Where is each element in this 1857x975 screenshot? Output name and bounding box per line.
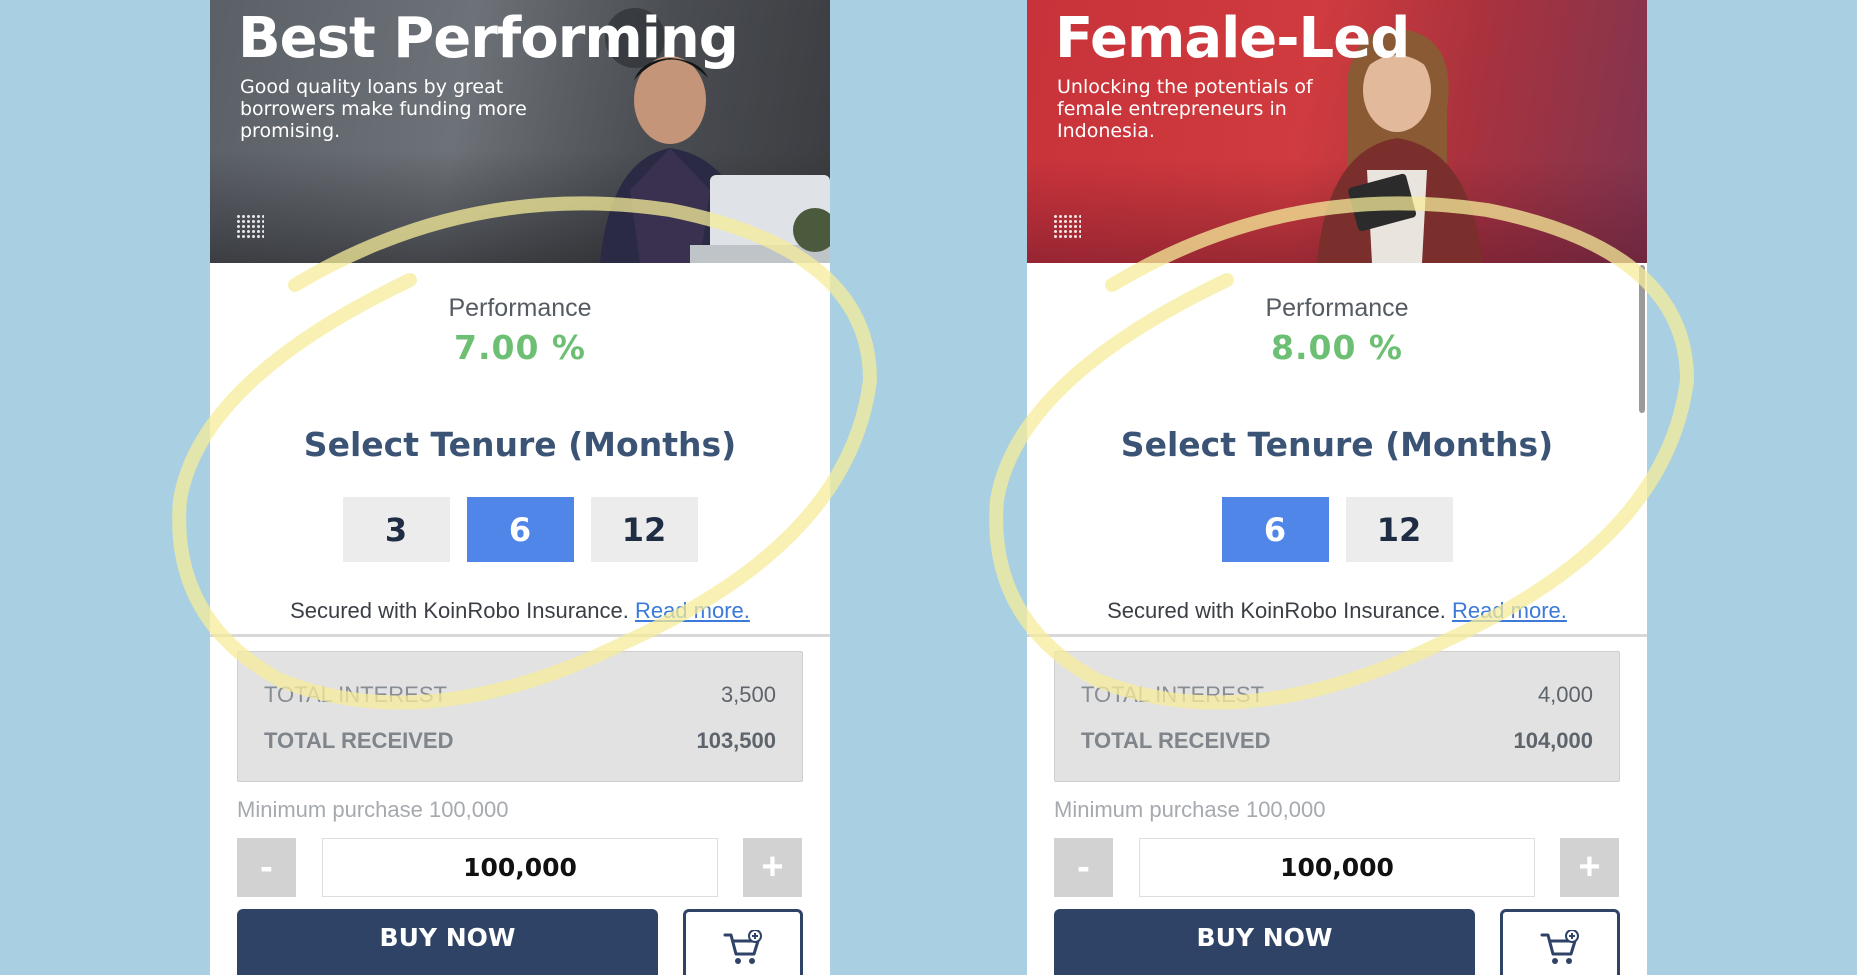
banner-description: Good quality loans by great borrowers ma… <box>240 76 527 142</box>
total-received-row: TOTAL RECEIVED 103,500 <box>264 728 776 754</box>
total-interest-label: TOTAL INTEREST <box>264 682 447 707</box>
total-received-label: TOTAL RECEIVED <box>264 728 454 753</box>
man-photo-illustration <box>600 56 830 263</box>
tenure-options: 6 12 <box>1027 497 1647 562</box>
product-card-female-led: Female-Led Unlocking the potentials of f… <box>1027 0 1647 975</box>
insurance-text: Secured with KoinRobo Insurance. <box>1107 598 1452 623</box>
total-interest-row: TOTAL INTEREST 3,500 <box>264 682 776 708</box>
decrease-button[interactable]: - <box>237 838 296 897</box>
read-more-link[interactable]: Read more. <box>635 598 750 623</box>
banner-description: Unlocking the potentials of female entre… <box>1057 76 1313 142</box>
performance-value: 7.00 % <box>454 328 586 367</box>
return-summary: TOTAL INTEREST 4,000 TOTAL RECEIVED 104,… <box>1054 651 1620 782</box>
return-summary: TOTAL INTEREST 3,500 TOTAL RECEIVED 103,… <box>237 651 803 782</box>
dots-grid-icon <box>236 214 264 240</box>
banner-image: Female-Led Unlocking the potentials of f… <box>1027 0 1647 263</box>
divider <box>1027 634 1647 637</box>
add-to-cart-button[interactable] <box>683 909 803 975</box>
banner-title: Best Performing <box>238 6 739 71</box>
quantity-input[interactable] <box>1139 838 1535 897</box>
total-received-label: TOTAL RECEIVED <box>1081 728 1271 753</box>
total-interest-value: 3,500 <box>720 682 776 707</box>
minimum-purchase-note: Minimum purchase 100,000 <box>1054 797 1326 822</box>
tenure-option-12[interactable]: 12 <box>1345 497 1453 562</box>
divider <box>210 634 830 637</box>
buy-now-button[interactable]: BUY NOW <box>237 909 658 975</box>
tenure-option-3[interactable]: 3 <box>342 497 450 562</box>
read-more-link[interactable]: Read more. <box>1452 598 1567 623</box>
decrease-button[interactable]: - <box>1054 838 1113 897</box>
cart-plus-icon <box>1540 930 1579 964</box>
increase-button[interactable]: + <box>1560 838 1619 897</box>
dots-grid-icon <box>1053 214 1081 240</box>
insurance-note: Secured with KoinRobo Insurance. Read mo… <box>1027 598 1647 624</box>
total-interest-value: 4,000 <box>1537 682 1593 707</box>
banner-image: Best Performing Good quality loans by gr… <box>210 0 830 263</box>
buy-now-button[interactable]: BUY NOW <box>1054 909 1475 975</box>
tenure-options: 3 6 12 <box>210 497 830 562</box>
quantity-input[interactable] <box>322 838 718 897</box>
performance-label: Performance <box>1265 294 1409 322</box>
total-interest-row: TOTAL INTEREST 4,000 <box>1081 682 1593 708</box>
product-card-best-performing: Best Performing Good quality loans by gr… <box>210 0 830 975</box>
tenure-title: Select Tenure (Months) <box>303 425 737 464</box>
total-interest-label: TOTAL INTEREST <box>1081 682 1264 707</box>
tenure-option-12[interactable]: 12 <box>590 497 698 562</box>
total-received-value: 104,000 <box>1513 728 1593 753</box>
minimum-purchase-note: Minimum purchase 100,000 <box>237 797 509 822</box>
insurance-note: Secured with KoinRobo Insurance. Read mo… <box>210 598 830 624</box>
add-to-cart-button[interactable] <box>1500 909 1620 975</box>
insurance-text: Secured with KoinRobo Insurance. <box>290 598 635 623</box>
total-received-value: 103,500 <box>696 728 776 753</box>
performance-value: 8.00 % <box>1271 328 1403 367</box>
increase-button[interactable]: + <box>743 838 802 897</box>
banner-title: Female-Led <box>1055 6 1410 71</box>
tenure-option-6[interactable]: 6 <box>1221 497 1329 562</box>
total-received-row: TOTAL RECEIVED 104,000 <box>1081 728 1593 754</box>
scrollbar[interactable] <box>1639 265 1645 413</box>
performance-label: Performance <box>448 294 592 322</box>
tenure-option-6[interactable]: 6 <box>466 497 574 562</box>
tenure-title: Select Tenure (Months) <box>1120 425 1554 464</box>
cart-plus-icon <box>723 930 762 964</box>
